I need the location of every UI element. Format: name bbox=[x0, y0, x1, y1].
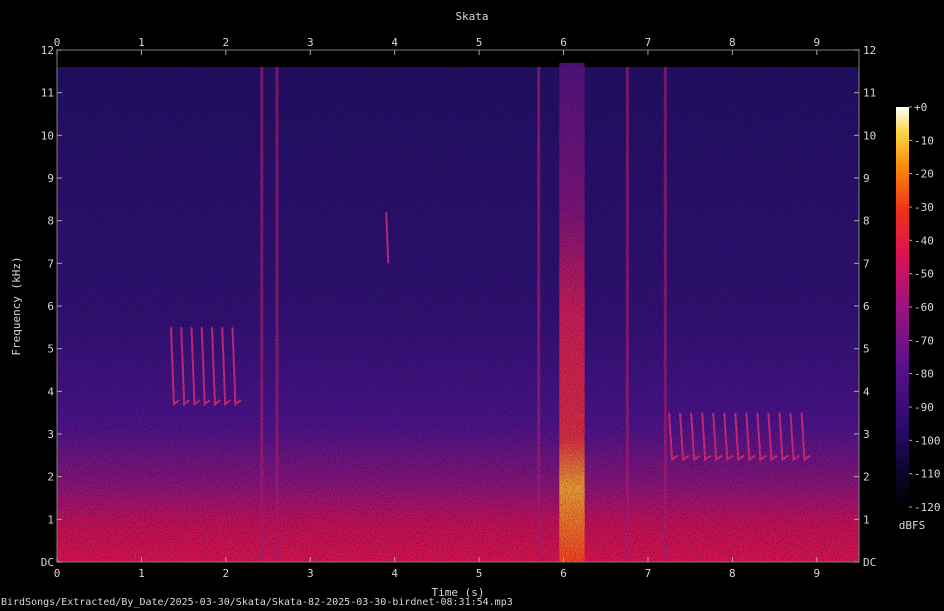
x-tick-label-top: 0 bbox=[54, 36, 61, 49]
y-tick-label-right: 12 bbox=[863, 44, 876, 57]
x-tick-label-top: 7 bbox=[645, 36, 652, 49]
y-tick-label-right: 2 bbox=[863, 471, 870, 484]
y-tick-label-right: 6 bbox=[863, 300, 870, 313]
y-tick-label-right: DC bbox=[863, 556, 876, 569]
colorbar-tick-label: -10 bbox=[914, 134, 934, 147]
colorbar-tick-label: -50 bbox=[914, 268, 934, 281]
colorbar-tick-label: +0 bbox=[914, 101, 927, 114]
x-tick-label-top: 1 bbox=[138, 36, 145, 49]
y-tick-label-right: 10 bbox=[863, 129, 876, 142]
colorbar-tick-label: -100 bbox=[914, 434, 941, 447]
colorbar-gradient bbox=[896, 107, 909, 507]
y-tick-label-right: 7 bbox=[863, 257, 870, 270]
noise-texture bbox=[57, 50, 859, 562]
colorbar-tick-label: -90 bbox=[914, 401, 934, 414]
y-tick-label-right: 4 bbox=[863, 385, 870, 398]
y-tick-label-right: 11 bbox=[863, 87, 876, 100]
y-tick-label-right: 1 bbox=[863, 513, 870, 526]
x-tick-label-bottom: 0 bbox=[54, 567, 61, 580]
y-tick-label-left: 4 bbox=[47, 385, 54, 398]
y-tick-label-left: 1 bbox=[47, 513, 54, 526]
y-tick-label-left: 11 bbox=[41, 87, 54, 100]
y-tick-label-left: 3 bbox=[47, 428, 54, 441]
x-tick-label-bottom: 5 bbox=[476, 567, 483, 580]
x-tick-label-top: 3 bbox=[307, 36, 314, 49]
chart-title: Skata bbox=[455, 10, 488, 23]
colorbar-tick-label: -20 bbox=[914, 168, 934, 181]
y-tick-label-left: 12 bbox=[41, 44, 54, 57]
x-tick-label-bottom: 2 bbox=[223, 567, 230, 580]
x-tick-label-bottom: 4 bbox=[391, 567, 398, 580]
y-tick-label-left: 2 bbox=[47, 471, 54, 484]
y-tick-label-left: 10 bbox=[41, 129, 54, 142]
colorbar: +0 -10 -20 -30 -40 -50 -60 -70 -80 -90 -100 -110 -12… bbox=[896, 101, 941, 532]
colorbar-tick-label: -80 bbox=[914, 368, 934, 381]
spectrogram-chart: Skata 00112233445566778899 DC DC1 12 23 34 45… bbox=[10, 10, 941, 599]
x-tick-label-top: 2 bbox=[223, 36, 230, 49]
y-tick-label-right: 8 bbox=[863, 215, 870, 228]
x-tick-label-bottom: 8 bbox=[729, 567, 736, 580]
y-tick-label-left: 6 bbox=[47, 300, 54, 313]
y-tick-label-left: 5 bbox=[47, 343, 54, 356]
x-tick-label-top: 9 bbox=[813, 36, 820, 49]
x-tick-label-top: 5 bbox=[476, 36, 483, 49]
x-tick-label-bottom: 3 bbox=[307, 567, 314, 580]
colorbar-tick-label: -40 bbox=[914, 234, 934, 247]
y-tick-label-left: 9 bbox=[47, 172, 54, 185]
x-tick-label-bottom: 6 bbox=[560, 567, 567, 580]
y-tick-label-left: 8 bbox=[47, 215, 54, 228]
x-tick-label-top: 6 bbox=[560, 36, 567, 49]
colorbar-tick-label: -30 bbox=[914, 201, 934, 214]
y-axis-label: Frequency (kHz) bbox=[10, 256, 23, 355]
colorbar-tick-label: -110 bbox=[914, 468, 941, 481]
x-tick-label-bottom: 9 bbox=[813, 567, 820, 580]
file-path-label: BirdSongs/Extracted/By_Date/2025-03-30/S… bbox=[1, 597, 513, 608]
x-tick-label-top: 8 bbox=[729, 36, 736, 49]
y-tick-label-right: 5 bbox=[863, 343, 870, 356]
y-tick-label-left: 7 bbox=[47, 257, 54, 270]
colorbar-label: dBFS bbox=[899, 519, 926, 532]
plot-area bbox=[57, 50, 859, 562]
x-tick-label-bottom: 1 bbox=[138, 567, 145, 580]
colorbar-tick-label: -70 bbox=[914, 334, 934, 347]
x-tick-label-bottom: 7 bbox=[645, 567, 652, 580]
x-tick-label-top: 4 bbox=[391, 36, 398, 49]
y-tick-label-left: DC bbox=[41, 556, 54, 569]
y-tick-label-right: 9 bbox=[863, 172, 870, 185]
colorbar-tick-label: -60 bbox=[914, 301, 934, 314]
colorbar-tick-label: -120 bbox=[914, 501, 941, 514]
y-tick-label-right: 3 bbox=[863, 428, 870, 441]
